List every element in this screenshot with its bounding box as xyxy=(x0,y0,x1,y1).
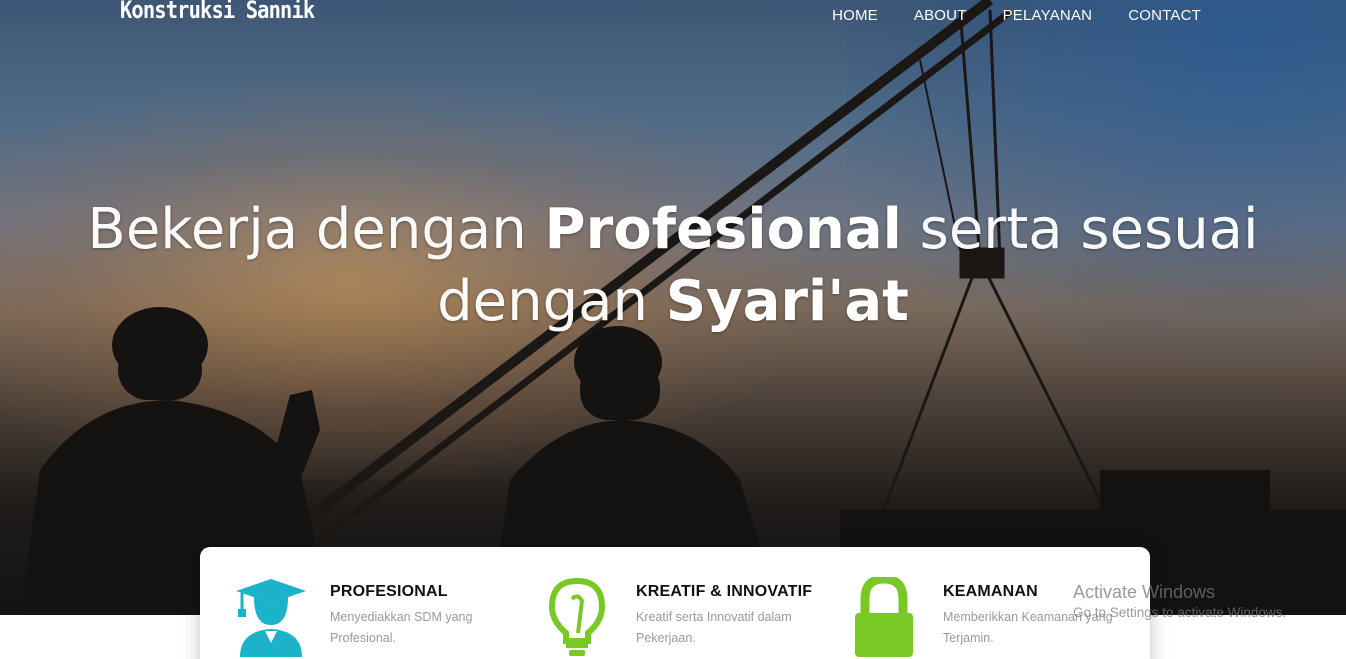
top-navbar: Konstruksi Sannik HOME ABOUT PELAYANAN C… xyxy=(0,0,1346,36)
headline-text: serta sesuai xyxy=(901,197,1259,262)
nav-about-link[interactable]: ABOUT xyxy=(914,7,967,24)
padlock-icon xyxy=(855,577,913,657)
hero-headline: Bekerja dengan Profesional serta sesuai … xyxy=(0,194,1346,338)
nav-contact-link[interactable]: CONTACT xyxy=(1128,7,1201,24)
headline-line-2: dengan Syari'at xyxy=(0,266,1346,338)
feature-title: PROFESIONAL xyxy=(330,583,448,600)
feature-card-profesional: PROFESIONAL Menyediakkan SDM yang Profes… xyxy=(200,577,500,659)
feature-description: Menyediakkan SDM yang Profesional. xyxy=(330,610,473,645)
headline-text: Bekerja dengan xyxy=(87,197,545,262)
headline-bold-text: Profesional xyxy=(544,197,902,262)
feature-title: KEAMANAN xyxy=(943,583,1038,600)
feature-card-kreatif: KREATIF & INNOVATIF Kreatif serta Innova… xyxy=(506,577,812,659)
watermark-subtitle: Go to Settings to activate Windows. xyxy=(1073,605,1287,620)
headline-text: dengan xyxy=(437,269,666,334)
brand-logo[interactable]: Konstruksi Sannik xyxy=(120,0,315,24)
headline-line-1: Bekerja dengan Profesional serta sesuai xyxy=(0,194,1346,266)
lightbulb-icon xyxy=(548,577,606,656)
nav-pelayanan-link[interactable]: PELAYANAN xyxy=(1003,7,1093,24)
nav-menu: HOME ABOUT PELAYANAN CONTACT xyxy=(832,7,1201,24)
hero-section: Konstruksi Sannik HOME ABOUT PELAYANAN C… xyxy=(0,0,1346,615)
nav-home-link[interactable]: HOME xyxy=(832,7,878,24)
feature-card-keamanan: KEAMANAN Memberikkan Keamanan yang Terja… xyxy=(813,577,1113,659)
windows-activation-watermark: Activate Windows Go to Settings to activ… xyxy=(1073,582,1286,620)
feature-description: Kreatif serta Innovatif dalam Pekerjaan. xyxy=(636,610,792,645)
headline-bold-text: Syari'at xyxy=(665,269,909,334)
graduate-icon xyxy=(236,579,306,657)
feature-title: KREATIF & INNOVATIF xyxy=(636,583,813,600)
feature-cards-panel: PROFESIONAL Menyediakkan SDM yang Profes… xyxy=(200,547,1150,659)
watermark-title: Activate Windows xyxy=(1073,582,1216,602)
